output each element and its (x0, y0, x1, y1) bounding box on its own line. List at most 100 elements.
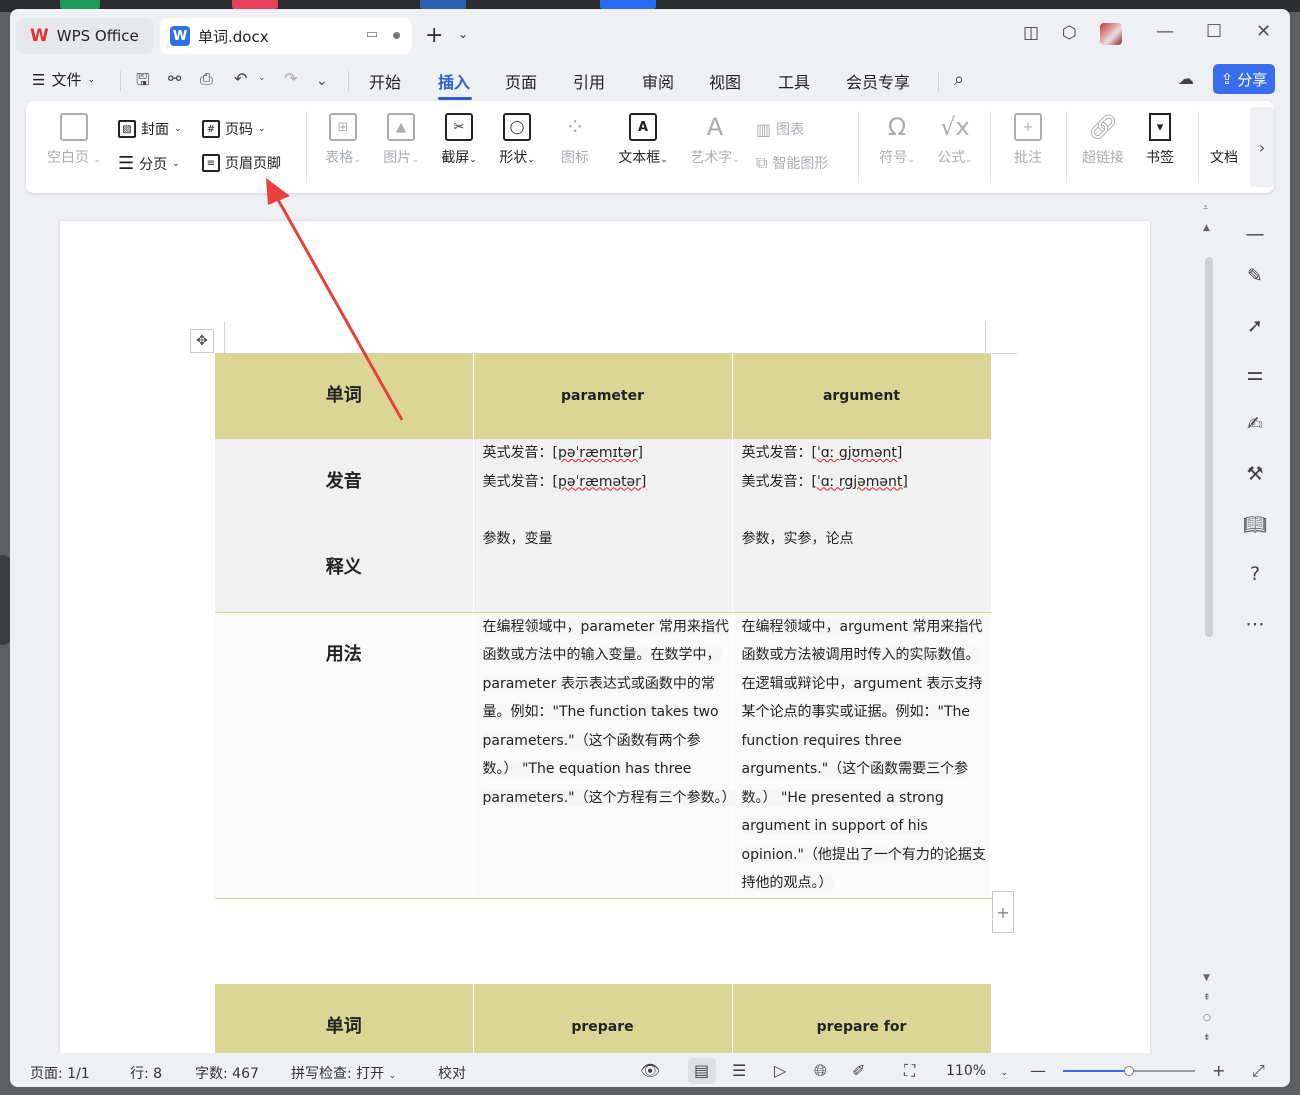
share-button[interactable]: ⇪ 分享 (1213, 64, 1275, 94)
sliders-icon[interactable]: ⚌ (1242, 361, 1268, 387)
table-cell[interactable]: 英式发音：[ˈɑː gjʊmənt] 美式发音：[ˈɑː rgjəmənt] (732, 439, 992, 525)
sign-icon[interactable]: ✍ (1242, 411, 1268, 437)
document-page[interactable]: ✥ 单词 parameter argument 发音 英式发音：[pəˈræmɪ… (60, 221, 1150, 1053)
table-cell[interactable]: 参数，变量 (473, 525, 733, 613)
status-spellcheck[interactable]: 拼写检查: 打开 ⌄ (291, 1063, 396, 1083)
menu-tools[interactable]: 工具 (778, 69, 810, 93)
screenshot-button[interactable]: ✂ 截屏⌄ (434, 113, 484, 167)
icon-library-button[interactable]: ⁘ 图标 (550, 113, 600, 167)
reading-layout-icon[interactable]: ◫ (1023, 23, 1039, 43)
maximize-icon[interactable]: ☐ (1206, 21, 1222, 42)
page-view-icon[interactable]: ▤ (694, 1061, 709, 1080)
book-search-icon[interactable]: 📖︎ (1242, 511, 1268, 537)
empty-cell[interactable] (732, 898, 992, 984)
status-line[interactable]: 行: 8 (130, 1063, 162, 1083)
row-label[interactable]: 用法 (215, 612, 474, 899)
cloud-icon[interactable]: ☁ (1178, 69, 1194, 88)
table-cell[interactable]: 英式发音：[pəˈræmɪtər] 美式发音：[pəˈræmətər] (473, 439, 733, 525)
menu-page[interactable]: 页面 (505, 69, 537, 93)
scroll-top-icon[interactable]: ⩡ (1203, 203, 1208, 213)
help-icon[interactable]: ? (1242, 561, 1268, 587)
table-header-cell[interactable]: 单词 (215, 353, 474, 439)
blank-page-button[interactable]: 空白页 ⌄ (44, 113, 104, 167)
row-label[interactable]: 释义 (215, 525, 474, 613)
search-icon[interactable]: ⌕ (954, 69, 964, 90)
symbol-button[interactable]: Ω 符号⌄ (872, 113, 922, 167)
tab-document[interactable]: W 单词.docx ▭ (160, 18, 412, 54)
save-icon[interactable]: 🖫 (136, 69, 150, 96)
table-header-cell[interactable]: prepare (473, 984, 733, 1053)
cube-icon[interactable]: ⬡ (1062, 23, 1077, 43)
table-move-handle-icon[interactable]: ✥ (190, 329, 214, 353)
new-tab-plus-icon[interactable]: + (425, 23, 443, 48)
more-down-icon[interactable]: ⌄ (316, 73, 328, 89)
page-number-button[interactable]: # 页码 ⌄ (202, 119, 266, 139)
collapse-icon[interactable]: — (1242, 221, 1268, 247)
table-cell[interactable]: 在编程领域中，argument 常用来指代函数或方法被调用时传入的实际数值。在逻… (732, 612, 992, 899)
empty-cell[interactable] (473, 898, 733, 984)
chevron-down-icon[interactable]: ⌄ (458, 27, 468, 41)
scroll-down-icon[interactable]: ▼ (1203, 973, 1210, 983)
document-more-button[interactable]: 文档 (1210, 113, 1238, 167)
chart-button[interactable]: ▥ 图表 (756, 119, 804, 139)
pointer-icon[interactable]: ➚ (1242, 313, 1268, 339)
zoom-slider-knob[interactable] (1124, 1066, 1134, 1076)
row-label[interactable]: 发音 (215, 439, 474, 525)
table-cell[interactable]: 参数，实参，论点 (732, 525, 992, 613)
formula-button[interactable]: √x 公式⌄ (930, 113, 980, 167)
ribbon-scroll-right-icon[interactable]: › (1250, 107, 1274, 187)
scroll-up-icon[interactable]: ▲ (1203, 223, 1210, 233)
avatar[interactable] (1100, 23, 1122, 45)
table-header-cell[interactable]: argument (732, 353, 992, 439)
fit-page-icon[interactable]: ⛶ (904, 1061, 915, 1081)
menu-review[interactable]: 审阅 (642, 69, 674, 93)
tools-icon[interactable]: ⚒ (1242, 461, 1268, 487)
next-page-icon[interactable]: ⇟ (1203, 1033, 1211, 1043)
redo-icon[interactable]: ↷ (284, 69, 297, 88)
table-cell[interactable]: 在编程领域中，parameter 常用来指代函数或方法中的输入变量。在数学中，p… (473, 612, 736, 899)
zoom-in-icon[interactable]: + (1212, 1061, 1225, 1080)
header-footer-button[interactable]: ≡ 页眉页脚 (202, 153, 281, 173)
add-row-plus-icon[interactable]: + (992, 891, 1014, 933)
menu-view[interactable]: 视图 (709, 69, 741, 93)
menu-insert[interactable]: 插入 (438, 69, 470, 93)
status-page[interactable]: 页面: 1/1 (30, 1063, 90, 1083)
comment-button[interactable]: + 批注 (1004, 113, 1052, 167)
share-link-icon[interactable]: ⚯ (168, 69, 181, 88)
chevron-down-icon[interactable]: ⌄ (258, 73, 266, 83)
play-icon[interactable]: ▷ (774, 1061, 786, 1080)
outline-view-icon[interactable]: ☰ (732, 1061, 746, 1080)
textbox-button[interactable]: A 文本框⌄ (612, 113, 674, 167)
zoom-out-icon[interactable]: — (1030, 1061, 1046, 1080)
status-word-count[interactable]: 字数: 467 (195, 1063, 259, 1083)
table-header-cell[interactable]: 单词 (215, 984, 474, 1053)
scrollbar-thumb[interactable] (1205, 257, 1213, 637)
table-header-cell[interactable]: prepare for (732, 984, 992, 1053)
fullscreen-icon[interactable]: ⤢ (1252, 1061, 1265, 1081)
unsaved-dot-icon[interactable] (393, 32, 400, 39)
pen-icon[interactable]: ✎ (1242, 263, 1268, 289)
table-button[interactable]: ⊞ 表格⌄ (318, 113, 368, 167)
page-break-button[interactable]: ☰ 分页 ⌄ (118, 153, 180, 174)
menu-vip[interactable]: 会员专享 (846, 69, 910, 93)
table-header-cell[interactable]: parameter (473, 353, 733, 439)
prev-page-icon[interactable]: ⇞ (1203, 993, 1211, 1003)
empty-cell[interactable] (215, 898, 474, 984)
status-proofread[interactable]: 校对 (438, 1063, 466, 1083)
minimize-icon[interactable]: — (1156, 21, 1174, 42)
undo-icon[interactable]: ↶ (234, 69, 247, 88)
more-icon[interactable]: ⋯ (1242, 611, 1268, 637)
zoom-level[interactable]: 110% ⌄ (946, 1063, 1008, 1079)
print-preview-icon[interactable]: ⎙ (200, 69, 213, 89)
monitor-icon[interactable]: ▭ (366, 27, 378, 42)
zoom-slider[interactable] (1063, 1066, 1195, 1076)
web-view-icon[interactable]: 🌐︎ (814, 1061, 827, 1081)
menu-references[interactable]: 引用 (573, 69, 605, 93)
close-icon[interactable]: ✕ (1256, 21, 1271, 42)
tab-wps-office[interactable]: W WPS Office (16, 18, 154, 54)
vertical-scrollbar[interactable]: ⩡ ▲ ▼ ⇞ ○ ⇟ (1202, 199, 1216, 1053)
shape-button[interactable]: ◯ 形状⌄ (492, 113, 542, 167)
pen-mode-icon[interactable]: ✐ (852, 1061, 865, 1080)
smart-shape-button[interactable]: ⧉ 智能图形 (756, 153, 828, 173)
picture-button[interactable]: ▲ 图片⌄ (376, 113, 426, 167)
